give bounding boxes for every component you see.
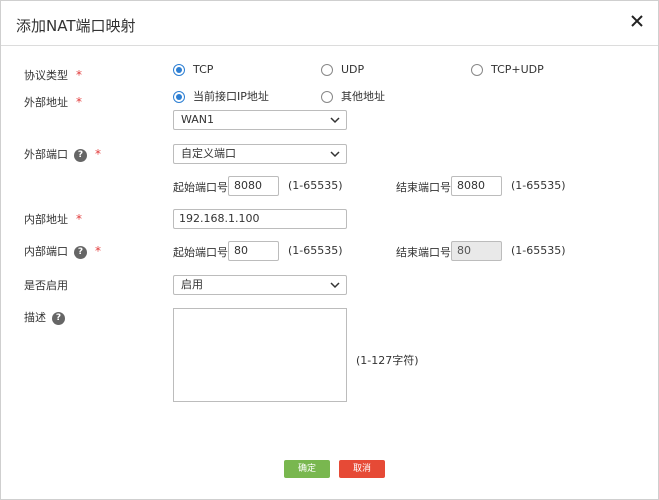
description-hint: (1-127字符) <box>356 354 419 367</box>
chevron-down-icon <box>330 151 340 158</box>
enable-select[interactable]: 启用 <box>173 275 347 295</box>
internal-address-label-text: 内部地址 <box>24 213 68 226</box>
internal-start-port-range: (1-65535) <box>288 244 343 257</box>
radio-unselected-icon <box>321 91 333 103</box>
protocol-radio-tcp[interactable]: TCP <box>173 63 213 76</box>
protocol-option-label: TCP+UDP <box>491 63 544 76</box>
external-address-option-label: 当前接口IP地址 <box>193 90 269 103</box>
external-address-label: 外部地址 * <box>24 94 82 110</box>
chevron-down-icon <box>330 282 340 289</box>
help-icon[interactable]: ? <box>74 148 87 162</box>
protocol-label: 协议类型 * <box>24 67 82 83</box>
protocol-option-label: TCP <box>193 63 214 76</box>
interface-select-value: WAN1 <box>181 113 215 126</box>
required-mark: * <box>76 68 82 82</box>
internal-end-port-label: 结束端口号 <box>396 246 451 259</box>
dialog-title: 添加NAT端口映射 <box>16 17 136 35</box>
radio-selected-icon <box>173 64 185 76</box>
description-label: 描述? <box>24 309 65 325</box>
help-icon[interactable]: ? <box>74 245 87 259</box>
description-textarea[interactable] <box>173 308 347 402</box>
internal-end-port-input: 80 <box>451 241 502 261</box>
interface-select[interactable]: WAN1 <box>173 110 347 130</box>
internal-port-label-text: 内部端口 <box>24 245 68 258</box>
external-start-port-input[interactable]: 8080 <box>228 176 279 196</box>
confirm-button[interactable]: 确定 <box>284 460 330 478</box>
external-port-label: 外部端口? * <box>24 146 101 162</box>
radio-selected-icon <box>173 91 185 103</box>
internal-address-input[interactable]: 192.168.1.100 <box>173 209 347 229</box>
enable-label: 是否启用 <box>24 277 68 293</box>
radio-unselected-icon <box>471 64 483 76</box>
external-port-mode-select[interactable]: 自定义端口 <box>173 144 347 164</box>
required-mark: * <box>95 147 101 161</box>
radio-unselected-icon <box>321 64 333 76</box>
internal-start-port-label: 起始端口号 <box>173 246 228 259</box>
external-address-radio-other[interactable]: 其他地址 <box>321 88 385 104</box>
chevron-down-icon <box>330 117 340 124</box>
internal-port-label: 内部端口? * <box>24 243 101 259</box>
external-address-option-label: 其他地址 <box>341 90 385 103</box>
cancel-button[interactable]: 取消 <box>339 460 385 478</box>
close-icon[interactable] <box>629 13 645 29</box>
enable-select-value: 启用 <box>181 278 203 291</box>
external-end-port-range: (1-65535) <box>511 179 566 192</box>
required-mark: * <box>76 212 82 226</box>
required-mark: * <box>95 244 101 258</box>
protocol-radio-udp[interactable]: UDP <box>321 63 364 76</box>
protocol-label-text: 协议类型 <box>24 69 68 82</box>
required-mark: * <box>76 95 82 109</box>
help-icon[interactable]: ? <box>52 311 65 325</box>
internal-start-port-input[interactable]: 80 <box>228 241 279 261</box>
external-start-port-range: (1-65535) <box>288 179 343 192</box>
external-end-port-label: 结束端口号 <box>396 181 451 194</box>
external-start-port-label: 起始端口号 <box>173 181 228 194</box>
protocol-radio-tcp-udp[interactable]: TCP+UDP <box>471 63 544 76</box>
protocol-option-label: UDP <box>341 63 365 76</box>
external-port-label-text: 外部端口 <box>24 148 68 161</box>
nat-port-mapping-dialog: 添加NAT端口映射 协议类型 * TCP UDP TCP+UDP 外部地址 * 当前… <box>0 0 659 500</box>
enable-label-text: 是否启用 <box>24 279 68 292</box>
internal-end-port-range: (1-65535) <box>511 244 566 257</box>
description-label-text: 描述 <box>24 311 46 324</box>
external-address-label-text: 外部地址 <box>24 96 68 109</box>
external-end-port-input[interactable]: 8080 <box>451 176 502 196</box>
internal-address-label: 内部地址 * <box>24 211 82 227</box>
external-address-radio-current[interactable]: 当前接口IP地址 <box>173 88 269 104</box>
external-port-mode-value: 自定义端口 <box>181 147 236 160</box>
dialog-header: 添加NAT端口映射 <box>1 1 658 46</box>
